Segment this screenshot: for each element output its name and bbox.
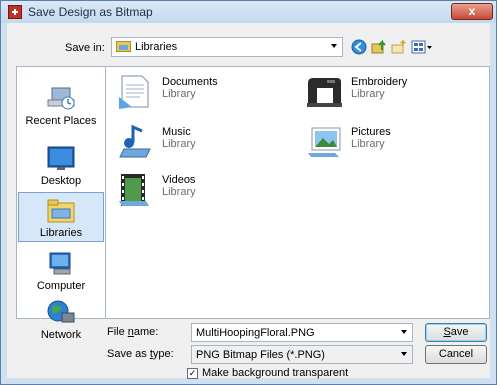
save-button-label: ave — [450, 326, 469, 338]
chevron-down-icon — [331, 44, 337, 48]
file-name-label-part: ame: — [133, 326, 159, 338]
file-name-label-part: File — [107, 326, 128, 338]
library-type: Library — [162, 138, 196, 150]
libraries-icon — [44, 197, 78, 225]
chevron-down-icon — [401, 352, 407, 356]
library-name: Music — [162, 126, 191, 138]
back-arrow-icon[interactable] — [351, 39, 367, 55]
library-type: Library — [351, 138, 385, 150]
place-label: Recent Places — [25, 115, 97, 127]
title-bar[interactable]: Save Design as Bitmap x — [1, 1, 496, 23]
save-button[interactable]: Save — [425, 323, 487, 342]
save-in-value: Libraries — [135, 41, 178, 53]
save-in-label: Save in: — [65, 42, 105, 54]
window-title: Save Design as Bitmap — [28, 5, 153, 19]
save-in-dropdown[interactable]: Libraries — [111, 37, 343, 57]
close-button[interactable]: x — [451, 3, 493, 20]
file-name-label: File name: — [107, 326, 158, 338]
transparent-checkbox-label[interactable]: Make background transparent — [202, 367, 348, 379]
libraries-folder-icon — [116, 41, 131, 52]
file-name-input[interactable]: MultiHoopingFloral.PNG — [191, 323, 413, 342]
app-icon — [8, 5, 22, 19]
library-type: Library — [162, 88, 196, 100]
place-label: Computer — [36, 280, 86, 292]
recent-places-icon — [44, 85, 78, 113]
videos-library-icon — [116, 171, 154, 209]
library-pictures[interactable]: Pictures Library — [305, 123, 485, 163]
save-as-type-dropdown[interactable]: PNG Bitmap Files (*.PNG) — [191, 345, 413, 364]
type-label-part: Save as — [107, 348, 150, 360]
desktop-icon — [44, 145, 78, 173]
transparent-checkbox[interactable]: ✓ — [187, 368, 198, 379]
up-folder-icon[interactable] — [371, 39, 387, 55]
computer-icon — [44, 250, 78, 278]
music-library-icon — [116, 123, 154, 161]
type-label-part: ype: — [152, 348, 174, 360]
library-type: Library — [351, 88, 385, 100]
file-list[interactable]: Documents Library Embroidery Library Mus… — [106, 66, 490, 319]
save-mnemonic: S — [443, 326, 451, 338]
library-documents[interactable]: Documents Library — [116, 73, 296, 113]
library-embroidery[interactable]: Embroidery Library — [305, 73, 485, 113]
dialog-body: Save in: Libraries Recent Places Desktop… — [7, 23, 490, 379]
place-desktop[interactable]: Desktop — [18, 145, 104, 187]
file-name-value: MultiHoopingFloral.PNG — [196, 327, 315, 339]
place-label: Network — [40, 329, 82, 341]
place-computer[interactable]: Computer — [18, 250, 104, 292]
library-name: Embroidery — [351, 76, 408, 88]
library-type: Library — [162, 186, 196, 198]
chevron-down-icon[interactable] — [401, 330, 407, 334]
new-folder-icon[interactable] — [391, 39, 407, 55]
library-name: Pictures — [351, 126, 391, 138]
place-label: Libraries — [39, 227, 83, 239]
places-bar: Recent Places Desktop Libraries Computer — [16, 66, 106, 341]
library-name: Documents — [162, 76, 218, 88]
library-videos[interactable]: Videos Library — [116, 171, 296, 211]
save-dialog: Save Design as Bitmap x Save in: Librari… — [0, 0, 497, 385]
place-libraries[interactable]: Libraries — [18, 192, 104, 242]
place-network[interactable]: Network — [18, 299, 104, 341]
network-icon — [44, 299, 78, 327]
documents-library-icon — [116, 73, 154, 111]
cancel-button[interactable]: Cancel — [425, 345, 487, 364]
save-as-type-label: Save as type: — [107, 348, 174, 360]
place-label: Desktop — [40, 175, 82, 187]
views-menu-icon[interactable] — [411, 39, 433, 55]
place-recent-places[interactable]: Recent Places — [18, 85, 104, 127]
save-as-type-value: PNG Bitmap Files (*.PNG) — [196, 349, 325, 361]
sewing-machine-icon — [305, 73, 343, 111]
library-name: Videos — [162, 174, 196, 186]
library-music[interactable]: Music Library — [116, 123, 296, 163]
pictures-library-icon — [305, 123, 343, 161]
